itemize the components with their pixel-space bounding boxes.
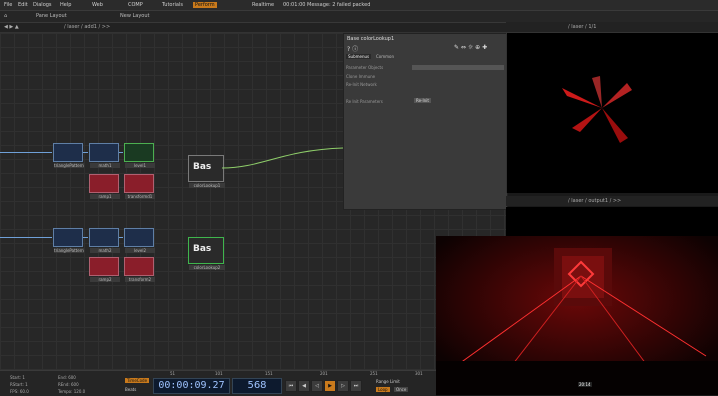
output-wire [222,147,344,169]
pane-web[interactable]: Web [92,2,103,8]
home-icon[interactable]: ⌂ [4,13,7,19]
node-label: ramp2 [90,277,120,282]
param-row-label: Clone Immune [346,74,376,79]
node-label: trianglePattern2 [54,248,84,253]
ruler-tick: 301 [415,371,423,376]
camera-feed: 20:14 [436,236,718,395]
output-viewer[interactable] [506,33,718,193]
back-icon[interactable]: ◀ ▶ ▲ [4,24,19,30]
viewer2-path[interactable]: / laser / output1 / >> [568,198,621,204]
node-transform-1[interactable]: transformd1 [124,174,155,199]
param-row-label: Parameter Objects [346,65,384,70]
param-row-label: Re-Init Network [346,82,377,87]
step-back-icon[interactable]: ◀ [298,380,310,392]
tab-submenus[interactable]: Submenus [346,54,372,59]
pane-comp[interactable]: COMP [128,2,143,8]
timecode-button[interactable]: TimeCode [125,378,150,383]
node-label: level2 [125,248,155,253]
once-button[interactable]: Once [394,387,409,392]
param-row-label: Re Init Parameters [346,99,383,104]
new-layout-label[interactable]: New Layout [120,13,150,19]
fast-forward-icon[interactable]: ⏭ [350,380,362,392]
node-label: trianglePattern1 [54,163,84,168]
node-label: transform2 [125,277,155,282]
node-math-1[interactable]: math1 [89,143,120,168]
wire [0,152,52,153]
ruler-tick: 201 [320,371,328,376]
ruler-tick: 101 [215,371,223,376]
ruler-tick: 151 [265,371,273,376]
beats-button[interactable]: Beats [125,387,136,392]
rewind-icon[interactable]: ⏮ [285,380,297,392]
play-icon[interactable]: ▶ [324,380,336,392]
node-color-lookup-1[interactable]: Bas colorLookup1 [188,155,225,188]
frame-display[interactable]: 568 [232,378,282,394]
node-label: colorLookup1 [189,183,225,188]
ruler-tick: 251 [370,371,378,376]
status-message: 00:01:00 Message: 2 failed packed [283,2,371,8]
output-viewer-2[interactable] [506,207,718,237]
base-label: Bas [193,162,212,172]
node-ramp-2[interactable]: ramp2 [89,257,120,282]
timeline-stat: Tempo: 120.0 [58,389,86,394]
menu-help[interactable]: Help [60,2,71,8]
range-limit-label: Range Limit [376,379,400,384]
parameter-title: Base colorLookup1 [347,36,395,42]
node-triangle-pattern-1[interactable]: trianglePattern1 [53,143,84,168]
network-path[interactable]: / laser / add1 / >> [64,24,110,30]
perform-button[interactable]: Perform [193,2,217,8]
realtime-toggle[interactable]: Realtime [252,2,274,8]
node-label: ramp1 [90,194,120,199]
menu-bar: File Edit Dialogs Help Web COMP Tutorial… [0,0,718,11]
node-level-2[interactable]: level2 [124,228,155,253]
timeline-stat: RStart: 1 [10,382,28,387]
stage-photo [436,236,718,395]
viewer-path[interactable]: / laser / 1/1 [568,24,596,30]
timecode-display[interactable]: 00:00:09.27 [153,378,230,394]
node-triangle-pattern-2[interactable]: trianglePattern2 [53,228,84,253]
ruler-tick: 51 [170,371,176,376]
reinit-button[interactable]: Re-Init [414,98,431,103]
node-level-1[interactable]: level1 [124,143,155,168]
viewer-toolbar: / laser / 1/1 [506,22,718,32]
timeline-stat: REnd: 600 [58,382,79,387]
node-label: colorLookup2 [189,265,225,270]
viewer2-toolbar: / laser / output1 / >> [506,196,718,206]
camera-overlay-label: 20:14 [578,382,592,387]
timeline-stat: Start: 1 [10,375,25,380]
menu-edit[interactable]: Edit [18,2,28,8]
node-label: transformd1 [125,194,155,199]
node-label: math1 [90,163,120,168]
laser-preview [562,76,632,143]
base-label: Bas [193,244,212,254]
timeline-stat: FPS: 60.0 [10,389,29,394]
menu-file[interactable]: File [4,2,12,8]
pane-layout-label[interactable]: Pane Layout [36,13,67,19]
param-objects-field[interactable] [412,65,504,70]
step-forward-icon[interactable]: ▷ [337,380,349,392]
node-label: math2 [90,248,120,253]
tab-common[interactable]: Common [376,54,394,59]
wire [0,237,52,238]
parameter-dialog[interactable]: Base colorLookup1 ? ⓘ ✎ ⇔ ☼ ⊕ ✚ Submenus… [343,33,508,210]
pane-tutorials[interactable]: Tutorials [162,2,183,8]
loop-button[interactable]: Loop [376,387,390,392]
node-color-lookup-2[interactable]: Bas colorLookup2 [188,237,225,270]
node-math-2[interactable]: math2 [89,228,120,253]
node-transform-2[interactable]: transform2 [124,257,155,282]
menu-dialogs[interactable]: Dialogs [33,2,52,8]
play-reverse-icon[interactable]: ◁ [311,380,323,392]
node-label: level1 [125,163,155,168]
timeline-stat: End: 600 [58,375,76,380]
node-ramp-1[interactable]: ramp1 [89,174,120,199]
help-icon[interactable]: ? ⓘ [347,44,358,53]
parameter-tools-icon[interactable]: ✎ ⇔ ☼ ⊕ ✚ [454,44,487,51]
